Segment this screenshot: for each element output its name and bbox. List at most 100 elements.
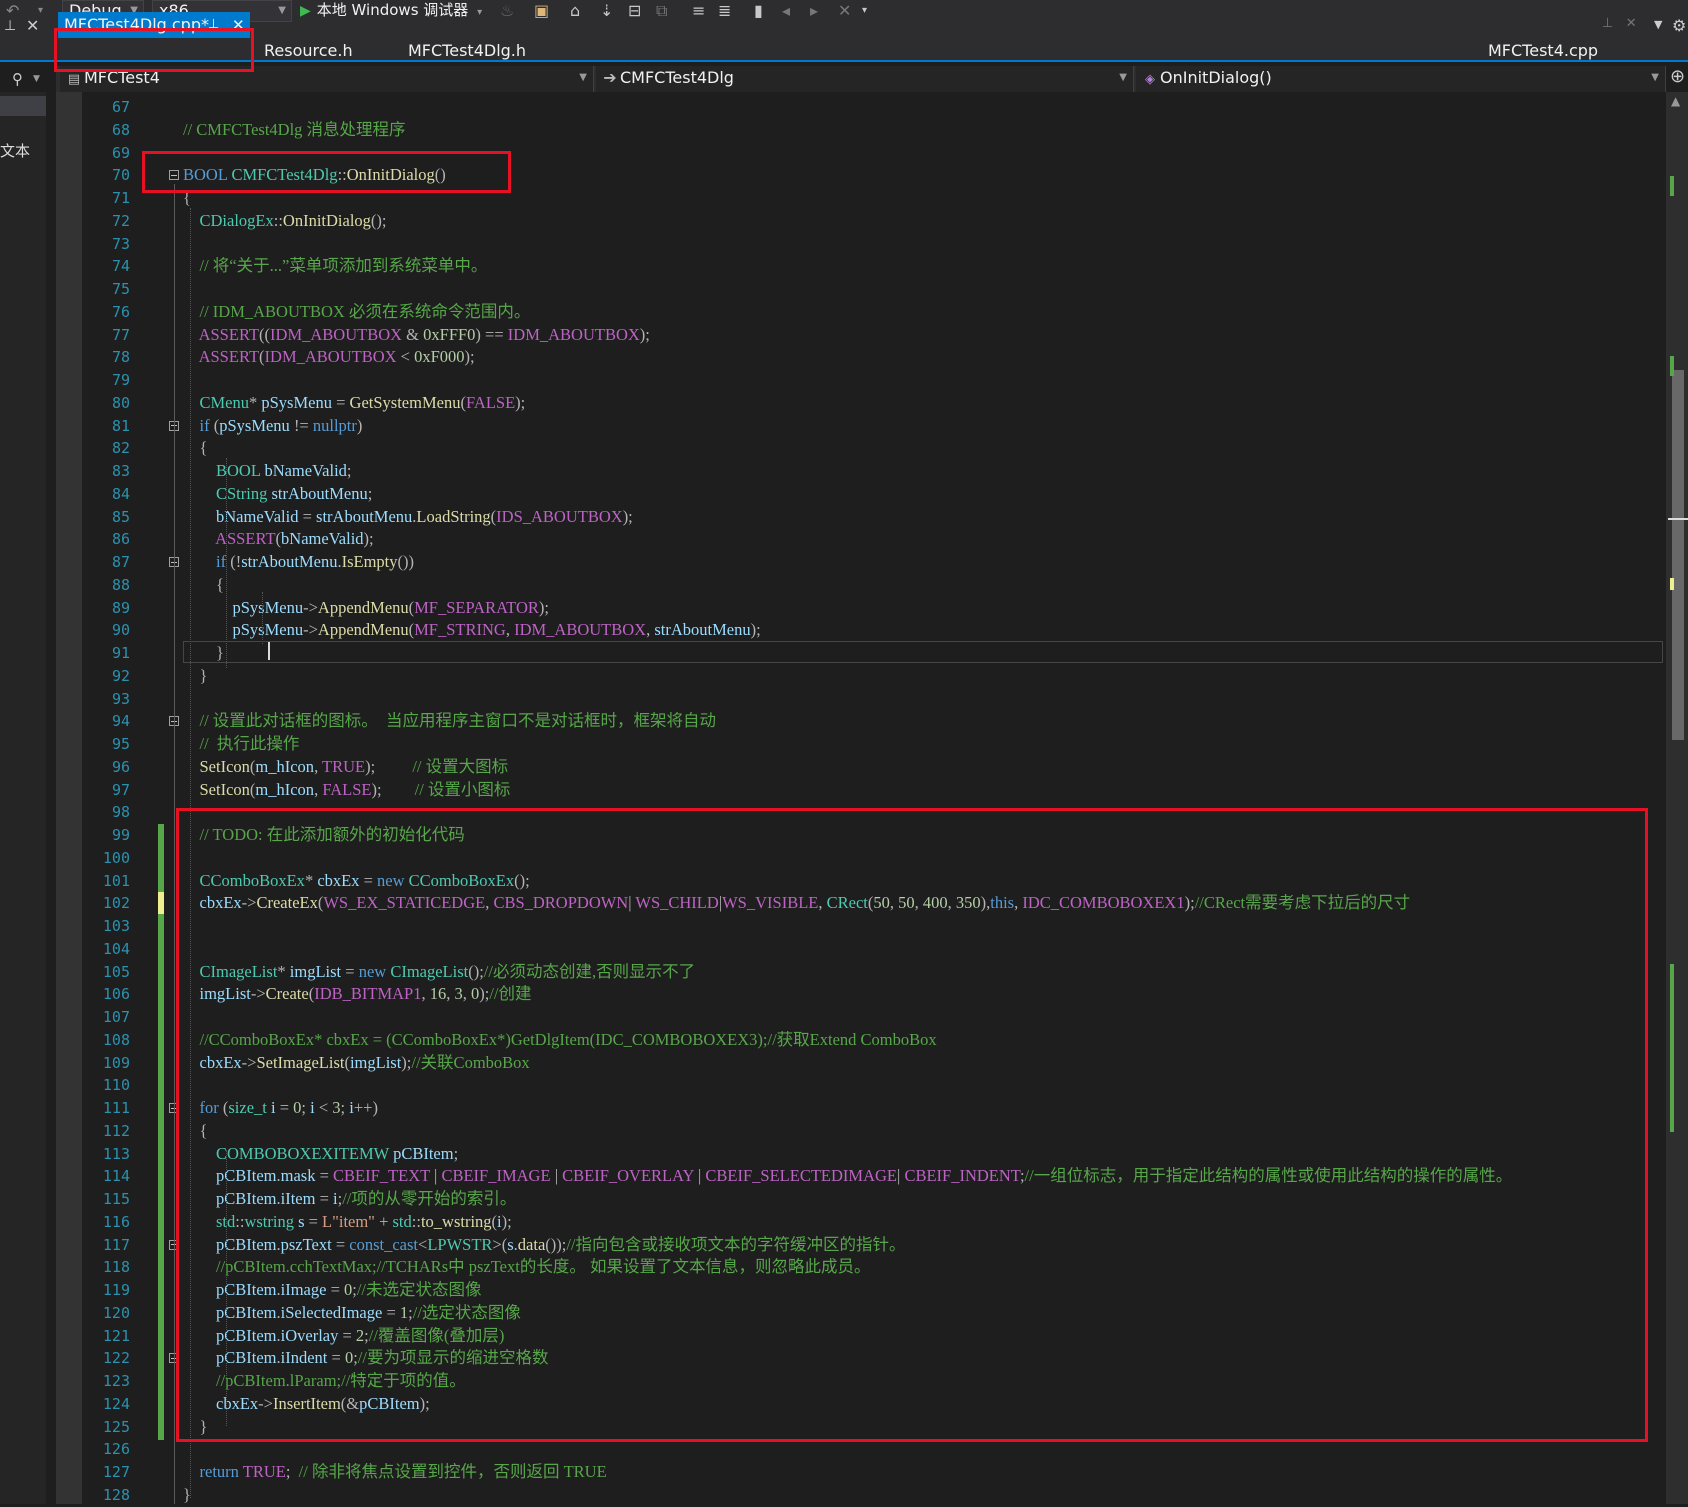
code-line[interactable]: ASSERT(bNameValid); [183, 528, 374, 551]
preview-tab-icons[interactable]: ⊥ ✕ [1602, 16, 1637, 31]
code-line[interactable]: { [183, 437, 208, 460]
layout-icon[interactable]: ⊟ [628, 2, 641, 20]
search-icon[interactable]: ⚲ [12, 70, 23, 88]
tab-mfctest4dlg-h[interactable]: MFCTest4Dlg.h [408, 40, 526, 62]
prev-bookmark-icon[interactable]: ◂ [782, 2, 790, 20]
close-icon[interactable]: ✕ [1626, 16, 1637, 31]
code-line[interactable]: // CMFCTest4Dlg 消息处理程序 [183, 119, 406, 142]
bookmark-icon[interactable]: ▮ [754, 2, 763, 20]
scrollbar-thumb[interactable] [1672, 370, 1684, 740]
code-token: ); [750, 620, 761, 640]
line-number: 86 [111, 530, 130, 549]
align-icon[interactable]: ⇣ [600, 2, 613, 20]
code-token: BOOL [216, 461, 261, 480]
text-caret [268, 642, 270, 660]
code-token: strAboutMenu [271, 483, 368, 503]
member-dropdown[interactable]: ◈ OnInitDialog() ▼ [1136, 66, 1666, 92]
indicator-margin[interactable] [56, 92, 82, 1504]
arrow-right-icon: ➔ [603, 68, 617, 87]
indent-icon[interactable]: ≡ [692, 2, 705, 20]
tab-overflow-icon[interactable]: ▼ [1654, 18, 1662, 31]
line-number: 113 [102, 1144, 130, 1163]
code-token: return [199, 1462, 239, 1481]
code-line[interactable]: CMenu* pSysMenu = GetSystemMenu(FALSE); [183, 392, 526, 415]
code-line[interactable]: return TRUE; // 除非将焦点设置到控件，否则返回 TRUE [183, 1461, 607, 1484]
code-line[interactable]: SetIcon(m_hIcon, FALSE); // 设置小图标 [183, 779, 511, 802]
outdent-icon[interactable]: ≣ [718, 2, 731, 20]
code-token: bNameValid [216, 506, 299, 526]
folder-search-icon[interactable]: ▣ [534, 2, 549, 20]
gear-icon[interactable]: ⚙ [1672, 16, 1686, 35]
pin-icon[interactable]: ⊥ [4, 18, 16, 34]
code-token: strAboutMenu [241, 552, 338, 571]
code-token: CMenu [199, 392, 250, 412]
code-line[interactable]: ASSERT((IDM_ABOUTBOX & 0xFFF0) == IDM_AB… [183, 324, 650, 347]
clear-bookmarks-icon[interactable]: ✕ [838, 2, 851, 20]
code-token: IDM_ABOUTBOX [514, 620, 647, 640]
scroll-up-arrow-icon[interactable]: ▲ [1671, 94, 1680, 108]
code-token: CString [216, 483, 268, 503]
class-dropdown[interactable]: ➔ CMFCTest4Dlg ▼ [596, 66, 1134, 92]
toolbar-options-icon[interactable]: ▾ [862, 2, 867, 20]
close-icon[interactable]: ✕ [26, 16, 39, 35]
pin-icon[interactable]: ⊥ [1602, 16, 1613, 31]
code-token: ()) [397, 552, 414, 571]
home-icon[interactable]: ⌂ [570, 2, 580, 20]
line-number: 105 [102, 962, 130, 981]
code-token: AppendMenu [317, 620, 409, 640]
code-line[interactable]: // 设置此对话框的图标。 当应用程序主窗口不是对话框时，框架将自动 [183, 710, 717, 733]
code-line[interactable]: if (pSysMenu != nullptr) [183, 415, 363, 438]
code-line[interactable]: if (!strAboutMenu.IsEmpty()) [183, 551, 414, 574]
line-number: 104 [102, 939, 130, 958]
split-editor-icon[interactable]: ⊕ [1670, 66, 1685, 87]
code-token: // CMFCTest4Dlg 消息处理程序 [183, 119, 406, 139]
code-token: * [249, 392, 262, 412]
chevron-down-icon[interactable]: ▼ [33, 74, 40, 84]
code-line[interactable]: pSysMenu->AppendMenu(MF_STRING, IDM_ABOU… [183, 619, 761, 642]
code-line[interactable]: ASSERT(IDM_ABOUTBOX < 0xF000); [183, 346, 475, 369]
start-debugger-button[interactable]: ▶ 本地 Windows 调试器 ▾ [300, 0, 482, 22]
code-line[interactable]: // IDM_ABOUTBOX 必须在系统命令范围内。 [183, 301, 531, 324]
line-number: 74 [111, 257, 130, 276]
code-line[interactable]: // 执行此操作 [183, 733, 300, 756]
line-number: 111 [102, 1099, 130, 1117]
scroll-marker-saved [1670, 356, 1674, 376]
code-token: MF_STRING [414, 620, 506, 640]
indent-guide [262, 592, 263, 644]
tab-mfctest4-cpp[interactable]: MFCTest4.cpp [1488, 40, 1598, 62]
line-number: 99 [111, 826, 130, 844]
code-token: ( [209, 415, 220, 435]
copy-icon[interactable]: ⧉ [656, 2, 667, 20]
code-token: TRUE [242, 1462, 286, 1481]
vertical-scrollbar[interactable] [1666, 92, 1688, 1504]
code-token: 0xFFF0 [423, 324, 476, 344]
line-number: 75 [111, 280, 130, 298]
code-token: pSysMenu [232, 597, 304, 617]
scroll-marker-unsaved [1670, 578, 1674, 590]
line-number: 114 [102, 1167, 130, 1186]
line-number: 112 [102, 1121, 130, 1140]
code-line[interactable]: SetIcon(m_hIcon, TRUE); // 设置大图标 [183, 756, 509, 779]
toolbox-item-selected[interactable] [0, 96, 46, 116]
code-line[interactable]: CString strAboutMenu; [183, 483, 372, 506]
next-bookmark-icon[interactable]: ▸ [810, 2, 818, 20]
code-token: CDialogEx [199, 210, 274, 230]
code-line[interactable]: CDialogEx::OnInitDialog(); [183, 210, 387, 233]
fire-icon[interactable]: ♨ [500, 2, 514, 20]
code-line[interactable]: pSysMenu->AppendMenu(MF_SEPARATOR); [183, 597, 549, 620]
code-line[interactable]: bNameValid = strAboutMenu.LoadString(IDS… [183, 506, 633, 529]
toolbox-item-text[interactable]: 文本 [0, 140, 30, 161]
code-token: // 除非将焦点设置到控件，否则返回 TRUE [298, 1462, 607, 1481]
code-line[interactable]: BOOL bNameValid; [183, 460, 352, 483]
code-line[interactable]: // 将“关于...”菜单项添加到系统菜单中。 [183, 255, 488, 278]
code-token: ); [515, 392, 526, 412]
annotation-box-function-signature [142, 151, 511, 193]
tab-resource-h[interactable]: Resource.h [264, 40, 353, 62]
code-line[interactable]: } [183, 665, 208, 688]
change-marker-unsaved [158, 892, 164, 914]
line-number: 87 [111, 553, 130, 571]
indent-guide [226, 458, 227, 668]
